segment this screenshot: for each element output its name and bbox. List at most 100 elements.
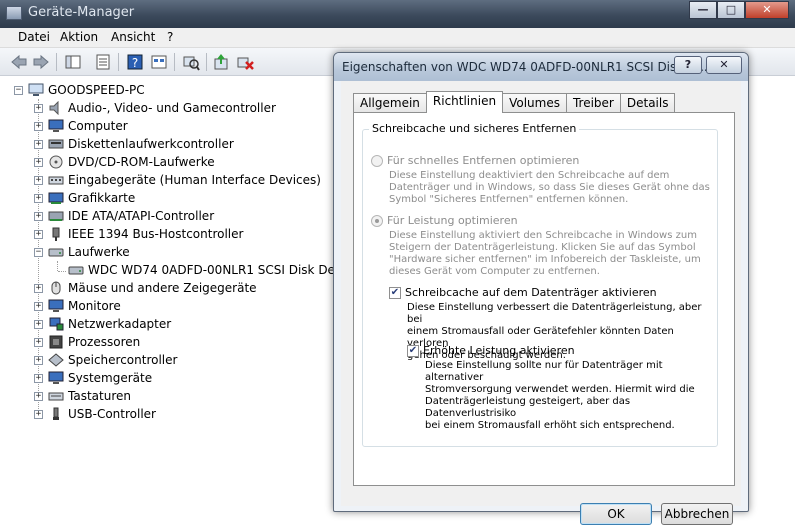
dialog-close-button[interactable]: ✕ (706, 56, 742, 74)
svg-text:?: ? (132, 56, 138, 70)
expand-toggle[interactable]: + (34, 103, 43, 113)
tree-item-hid[interactable]: + Eingabegeräte (Human Interface Devices… (34, 171, 321, 189)
expand-toggle[interactable]: + (34, 355, 43, 365)
uninstall-icon[interactable] (236, 53, 254, 71)
view-icon[interactable] (150, 53, 168, 71)
tree-item-network[interactable]: + Netzwerkadapter (34, 315, 171, 333)
menu-ansicht[interactable]: Ansicht (111, 30, 155, 44)
device-manager-icon (6, 6, 22, 20)
tab-details[interactable]: Details (619, 93, 676, 113)
main-titlebar[interactable]: Geräte-Manager — □ ✕ (0, 0, 795, 28)
window-title: Geräte-Manager (28, 5, 135, 20)
checkbox-checked[interactable]: ✔ (389, 286, 401, 299)
expand-toggle[interactable]: + (34, 319, 43, 329)
graphics-card-icon (48, 192, 64, 204)
radio-quick-removal[interactable]: Für schnelles Entfernen optimieren (371, 154, 579, 167)
expand-toggle[interactable]: + (34, 409, 43, 419)
tree-item-monitors[interactable]: + Monitore (34, 297, 121, 315)
radio-button[interactable] (371, 154, 383, 167)
tab-strip: Allgemein Richtlinien Volumes Treiber De… (353, 91, 676, 113)
expand-toggle[interactable]: + (34, 193, 43, 203)
tree-item-floppy[interactable]: + Diskettenlaufwerkcontroller (34, 135, 234, 153)
tab-volumes[interactable]: Volumes (502, 93, 567, 113)
tree-root[interactable]: − GOODSPEED-PC (14, 81, 145, 99)
storage-controller-icon (48, 353, 64, 367)
tree-item-keyboards[interactable]: + Tastaturen (34, 387, 131, 405)
checkbox-enhanced-performance[interactable]: ✔ Erhöhte Leistung aktivieren (407, 344, 575, 357)
tree-item-computer[interactable]: + Computer (34, 117, 128, 135)
tree-item-storage[interactable]: + Speichercontroller (34, 351, 177, 369)
cancel-button[interactable]: Abbrechen (661, 503, 733, 525)
tree-item-drives[interactable]: − Laufwerke (34, 243, 130, 261)
radio-performance[interactable]: Für Leistung optimieren (371, 214, 518, 227)
mouse-icon (51, 281, 61, 295)
tree-item-mice[interactable]: + Mäuse und andere Zeigegeräte (34, 279, 257, 297)
usb-controller-icon (53, 407, 59, 420)
tree-item-audio[interactable]: + Audio-, Video- und Gamecontroller (34, 99, 276, 117)
radio-button-selected[interactable] (371, 214, 383, 227)
tree-connector (57, 261, 58, 271)
maximize-button[interactable]: □ (717, 1, 745, 19)
tree-item-processors[interactable]: + Prozessoren (34, 333, 140, 351)
expand-toggle[interactable]: + (34, 283, 43, 293)
tree-root-label: GOODSPEED-PC (48, 83, 145, 97)
menu-datei[interactable]: Datei (18, 30, 50, 44)
speaker-icon (49, 101, 59, 115)
tab-treiber[interactable]: Treiber (565, 93, 621, 113)
menu-help[interactable]: ? (167, 30, 173, 44)
toolbar-separator (118, 53, 119, 71)
monitor-icon (48, 119, 64, 132)
tree-item-system[interactable]: + Systemgeräte (34, 369, 152, 387)
tree-item-wdc-disk[interactable]: WDC WD74 0ADFD-00NLR1 SCSI Disk Device (68, 261, 359, 279)
tab-allgemein[interactable]: Allgemein (353, 93, 427, 113)
expand-toggle[interactable]: + (34, 337, 43, 347)
computer-icon (28, 83, 44, 96)
close-button[interactable]: ✕ (745, 1, 789, 19)
expand-toggle[interactable]: + (34, 301, 43, 311)
window-controls: — □ ✕ (689, 1, 789, 19)
expand-toggle[interactable]: + (34, 175, 43, 185)
expand-toggle[interactable]: + (34, 391, 43, 401)
tree-item-dvd[interactable]: + DVD/CD-ROM-Laufwerke (34, 153, 215, 171)
expand-toggle[interactable]: + (34, 373, 43, 383)
show-hide-tree-icon[interactable] (64, 53, 82, 71)
menu-aktion[interactable]: Aktion (60, 30, 98, 44)
expand-toggle[interactable]: + (34, 157, 43, 167)
firewire-icon (52, 227, 60, 241)
ok-button[interactable]: OK (580, 503, 652, 525)
expand-toggle[interactable]: + (34, 211, 43, 221)
tree-item-graphics[interactable]: + Grafikkarte (34, 189, 135, 207)
dialog-titlebar[interactable]: Eigenschaften von WDC WD74 0ADFD-00NLR1 … (334, 53, 748, 81)
toolbar-separator (56, 53, 57, 71)
update-driver-icon[interactable] (212, 53, 230, 71)
tree-connector (58, 271, 66, 272)
expand-toggle[interactable]: + (34, 121, 43, 131)
floppy-controller-icon (48, 139, 64, 149)
tree-item-usb[interactable]: + USB-Controller (34, 405, 156, 423)
enhanced-performance-description: Diese Einstellung sollte nur für Datentr… (425, 360, 695, 431)
collapse-toggle[interactable]: − (14, 85, 23, 95)
checkbox-checked[interactable]: ✔ (407, 344, 419, 357)
minimize-button[interactable]: — (689, 1, 717, 19)
keyboard-icon (48, 392, 64, 401)
expand-toggle[interactable]: + (34, 229, 43, 239)
forward-arrow-icon[interactable] (32, 53, 50, 71)
dialog-title: Eigenschaften von WDC WD74 0ADFD-00NLR1 … (342, 60, 708, 74)
policies-panel: Schreibcache und sicheres Entfernen Für … (353, 112, 735, 486)
scan-hardware-icon[interactable] (182, 53, 200, 71)
tree-item-ieee1394[interactable]: + IEEE 1394 Bus-Hostcontroller (34, 225, 243, 243)
properties-dialog: Eigenschaften von WDC WD74 0ADFD-00NLR1 … (333, 52, 749, 525)
properties-icon[interactable] (94, 53, 112, 71)
dialog-help-button[interactable]: ? (674, 56, 702, 74)
checkbox-write-cache[interactable]: ✔ Schreibcache auf dem Datenträger aktiv… (389, 286, 657, 299)
write-cache-group: Schreibcache und sicheres Entfernen Für … (362, 122, 718, 447)
collapse-toggle[interactable]: − (34, 247, 43, 257)
expand-toggle[interactable]: + (34, 139, 43, 149)
quick-removal-description: Diese Einstellung deaktiviert den Schrei… (389, 170, 710, 205)
monitor-icon (48, 299, 64, 312)
tree-item-ide[interactable]: + IDE ATA/ATAPI-Controller (34, 207, 214, 225)
tab-richtlinien[interactable]: Richtlinien (425, 91, 504, 113)
system-device-icon (48, 371, 64, 384)
back-arrow-icon[interactable] (10, 53, 28, 71)
help-icon[interactable]: ? (126, 53, 144, 71)
